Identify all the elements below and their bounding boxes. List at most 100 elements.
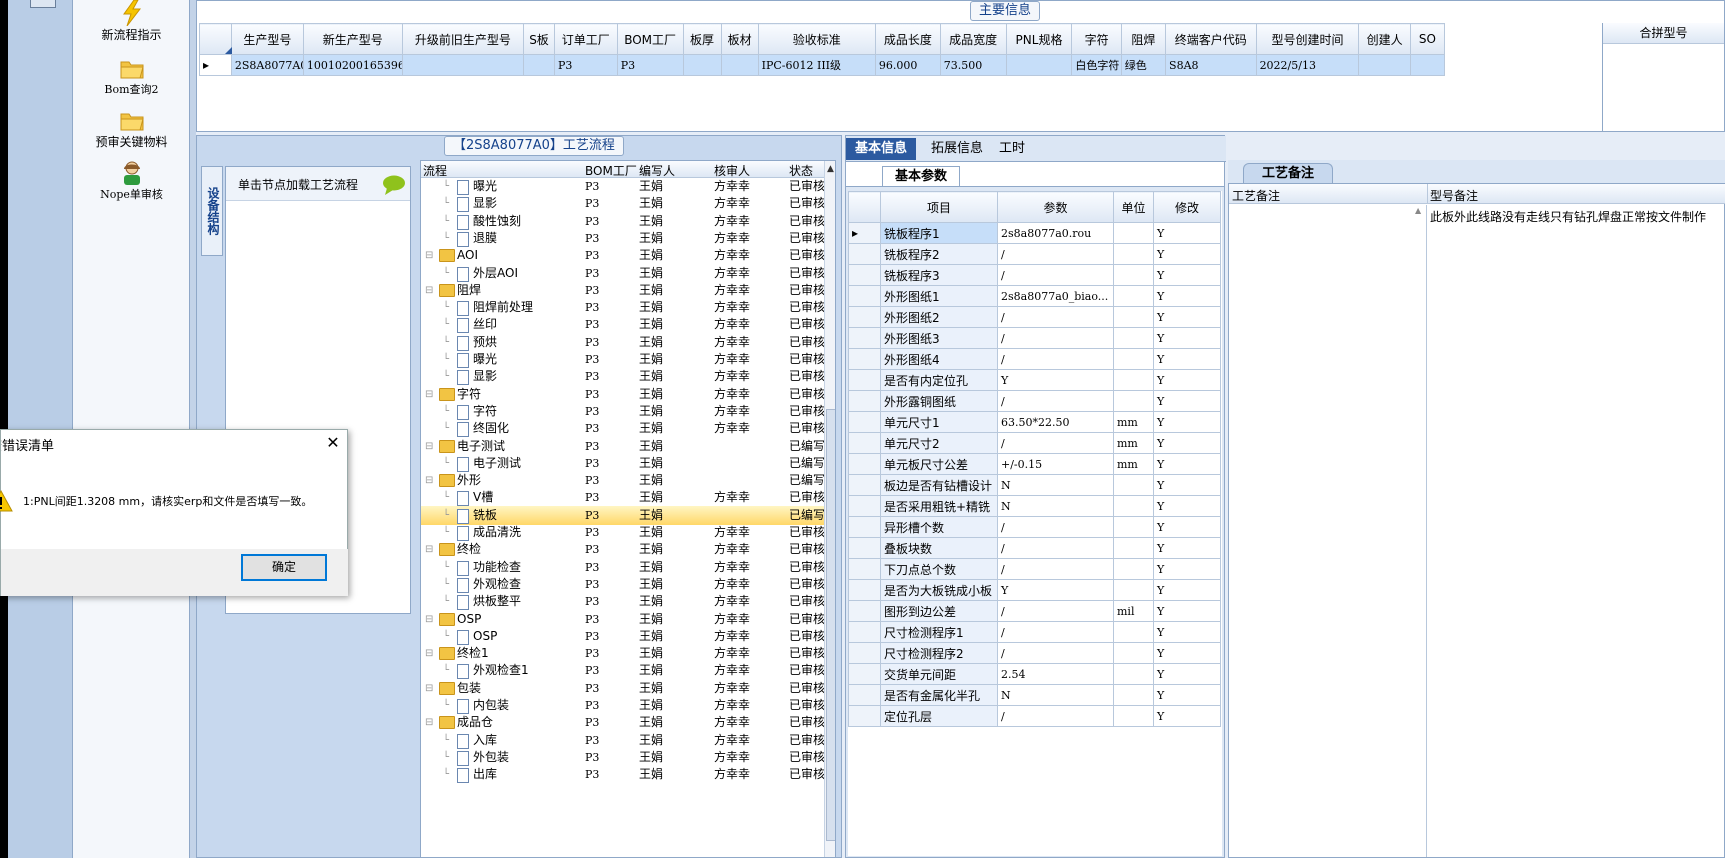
param-modify[interactable]: Y bbox=[1153, 600, 1221, 622]
scroll-thumb[interactable] bbox=[826, 409, 835, 841]
param-row[interactable]: 外形露铜图纸 / Y bbox=[848, 390, 1221, 412]
tree-node[interactable]: └ 外层AOI P3 王娟 方幸幸 已审核 bbox=[421, 264, 827, 283]
tree-node[interactable]: └ V槽 P3 王娟 方幸幸 已审核 bbox=[421, 488, 827, 507]
param-unit[interactable] bbox=[1113, 243, 1154, 265]
col-header[interactable]: 单位 bbox=[1113, 191, 1154, 223]
tree-node[interactable]: └ 阻焊前处理 P3 王娟 方幸幸 已审核 bbox=[421, 298, 827, 317]
param-value[interactable]: / bbox=[997, 537, 1114, 559]
tab-process-notes[interactable]: 工艺备注 bbox=[1243, 163, 1334, 183]
col-header[interactable]: 板材 bbox=[720, 23, 759, 55]
nav-item-new-process[interactable]: 新流程指示 bbox=[73, 0, 190, 43]
param-modify[interactable]: Y bbox=[1153, 390, 1221, 412]
param-unit[interactable] bbox=[1113, 285, 1154, 307]
tree-node[interactable]: └ 外观检查1 P3 王娟 方幸幸 已审核 bbox=[421, 661, 827, 680]
param-unit[interactable] bbox=[1113, 516, 1154, 538]
col-header[interactable]: 升级前旧生产型号 bbox=[401, 23, 525, 55]
param-item[interactable]: 单元板尺寸公差 bbox=[880, 453, 998, 475]
tree-node[interactable]: └ 显影 P3 王娟 方幸幸 已审核 bbox=[421, 194, 827, 213]
param-unit[interactable]: mm bbox=[1113, 411, 1154, 433]
tree-node[interactable]: └ 成品清洗 P3 王娟 方幸幸 已审核 bbox=[421, 523, 827, 542]
param-row[interactable]: 是否有金属化半孔 N Y bbox=[848, 684, 1221, 706]
cell[interactable] bbox=[1358, 54, 1411, 76]
param-modify[interactable]: Y bbox=[1153, 264, 1221, 286]
tree-folder-node[interactable]: ⊟ OSP P3 王娟 方幸幸 已审核 bbox=[421, 610, 827, 629]
tree-node[interactable]: └ 外观检查 P3 王娟 方幸幸 已审核 bbox=[421, 575, 827, 594]
param-row[interactable]: 铣板程序3/ Y bbox=[848, 264, 1221, 286]
param-unit[interactable] bbox=[1113, 474, 1154, 496]
param-value[interactable]: 2.54 bbox=[997, 663, 1114, 685]
tree-folder-node[interactable]: ⊟ 终检1 P3 王娟 方幸幸 已审核 bbox=[421, 644, 827, 663]
tree-folder-node[interactable]: ⊟ 阻焊 P3 王娟 方幸幸 已审核 bbox=[421, 281, 827, 300]
param-row[interactable]: 单元尺寸2/mm Y bbox=[848, 432, 1221, 454]
col-header[interactable]: BOM工厂 bbox=[616, 23, 684, 55]
param-modify[interactable]: Y bbox=[1153, 495, 1221, 517]
tree-node[interactable]: └ 字符 P3 王娟 方幸幸 已审核 bbox=[421, 402, 827, 421]
nav-item-prereview-material[interactable]: 预审关键物料 bbox=[73, 107, 190, 150]
col-header[interactable]: 创建人 bbox=[1358, 23, 1411, 55]
param-item[interactable]: 异形槽个数 bbox=[880, 516, 998, 538]
param-item[interactable]: 下刀点总个数 bbox=[880, 558, 998, 580]
cell[interactable] bbox=[1005, 54, 1073, 76]
param-value[interactable]: / bbox=[997, 642, 1114, 664]
param-modify[interactable]: Y bbox=[1153, 663, 1221, 685]
grid-corner[interactable] bbox=[848, 191, 881, 223]
param-modify[interactable]: Y bbox=[1153, 705, 1221, 727]
param-value[interactable]: / bbox=[997, 432, 1114, 454]
param-value[interactable]: / bbox=[997, 516, 1114, 538]
cell[interactable]: 2022/5/13 bbox=[1255, 54, 1360, 76]
table-row[interactable]: ▸ 2S8A8077A0 10010200165396 P3 P3 IPC-6012 II… bbox=[199, 54, 1446, 76]
param-modify[interactable]: Y bbox=[1153, 369, 1221, 391]
cell[interactable]: IPC-6012 III级 bbox=[757, 54, 876, 76]
scroll-up-icon[interactable]: ▲ bbox=[1415, 206, 1421, 215]
tab-extended-info[interactable]: 拓展信息 bbox=[922, 138, 992, 160]
param-modify[interactable]: Y bbox=[1153, 579, 1221, 601]
param-unit[interactable]: mm bbox=[1113, 453, 1154, 475]
tree-node[interactable]: └ 显影 P3 王娟 方幸幸 已审核 bbox=[421, 367, 827, 386]
param-value[interactable]: / bbox=[997, 600, 1114, 622]
param-row[interactable]: 异形槽个数 / Y bbox=[848, 516, 1221, 538]
param-unit[interactable] bbox=[1113, 642, 1154, 664]
param-unit[interactable] bbox=[1113, 306, 1154, 328]
tree-node[interactable]: └ OSP P3 王娟 方幸幸 已审核 bbox=[421, 627, 827, 646]
col-header[interactable]: 生产型号 bbox=[230, 23, 304, 55]
tree-folder-node[interactable]: ⊟ 字符 P3 王娟 方幸幸 已审核 bbox=[421, 385, 827, 404]
cell[interactable]: S8A8 bbox=[1165, 54, 1257, 76]
param-unit[interactable] bbox=[1113, 390, 1154, 412]
cell[interactable] bbox=[1409, 54, 1446, 76]
col-header[interactable]: 订单工厂 bbox=[553, 23, 618, 55]
cell[interactable]: 10010200165396 bbox=[302, 54, 403, 76]
param-row[interactable]: 是否有内定位孔 Y Y bbox=[848, 369, 1221, 391]
param-item[interactable]: 是否采用粗铣+精铣 bbox=[880, 495, 998, 517]
tab-work-hours[interactable]: 工时 bbox=[990, 138, 1034, 160]
cell[interactable]: 绿色 bbox=[1120, 54, 1167, 76]
param-row[interactable]: 外形图纸4/ Y bbox=[848, 348, 1221, 370]
model-note-text[interactable]: 此板外此线路没有走线只有钻孔焊盘正常按文件制作 bbox=[1430, 208, 1724, 225]
cell[interactable]: 白色字符 bbox=[1071, 54, 1122, 76]
param-value[interactable]: 2s8a8077a0.rou bbox=[997, 222, 1114, 244]
param-row[interactable]: 外形图纸1 2s8a8077a0_biao... Y bbox=[848, 285, 1221, 307]
collapse-icon[interactable]: ⊟ bbox=[425, 644, 433, 663]
cell[interactable]: 96.000 bbox=[874, 54, 941, 76]
tree-node[interactable]: └ 内包装 P3 王娟 方幸幸 已审核 bbox=[421, 696, 827, 715]
param-value[interactable]: N bbox=[997, 474, 1114, 496]
param-unit[interactable] bbox=[1113, 684, 1154, 706]
param-modify[interactable]: Y bbox=[1153, 432, 1221, 454]
param-item[interactable]: 单元尺寸1 bbox=[880, 411, 998, 433]
param-unit[interactable]: mil bbox=[1113, 600, 1154, 622]
param-item[interactable]: 是否为大板铣成小板 bbox=[880, 579, 998, 601]
param-modify[interactable]: Y bbox=[1153, 558, 1221, 580]
param-modify[interactable]: Y bbox=[1153, 327, 1221, 349]
dock-icon[interactable] bbox=[30, 0, 56, 8]
tree-node[interactable]: └ 酸性蚀刻 P3 王娟 方幸幸 已审核 bbox=[421, 212, 827, 231]
param-modify[interactable]: Y bbox=[1153, 285, 1221, 307]
col-header[interactable]: 修改 bbox=[1153, 191, 1221, 223]
param-value[interactable]: / bbox=[997, 621, 1114, 643]
tree-folder-node[interactable]: ⊟ 成品仓 P3 王娟 方幸幸 已审核 bbox=[421, 713, 827, 732]
col-header[interactable]: 验收标准 bbox=[757, 23, 876, 55]
col-header[interactable]: PNL规格 bbox=[1005, 23, 1073, 55]
param-value[interactable]: Y bbox=[997, 369, 1114, 391]
param-modify[interactable]: Y bbox=[1153, 474, 1221, 496]
param-item[interactable]: 是否有内定位孔 bbox=[880, 369, 998, 391]
param-row[interactable]: 交货单元间距 2.54 Y bbox=[848, 663, 1221, 685]
param-unit[interactable] bbox=[1113, 222, 1154, 244]
